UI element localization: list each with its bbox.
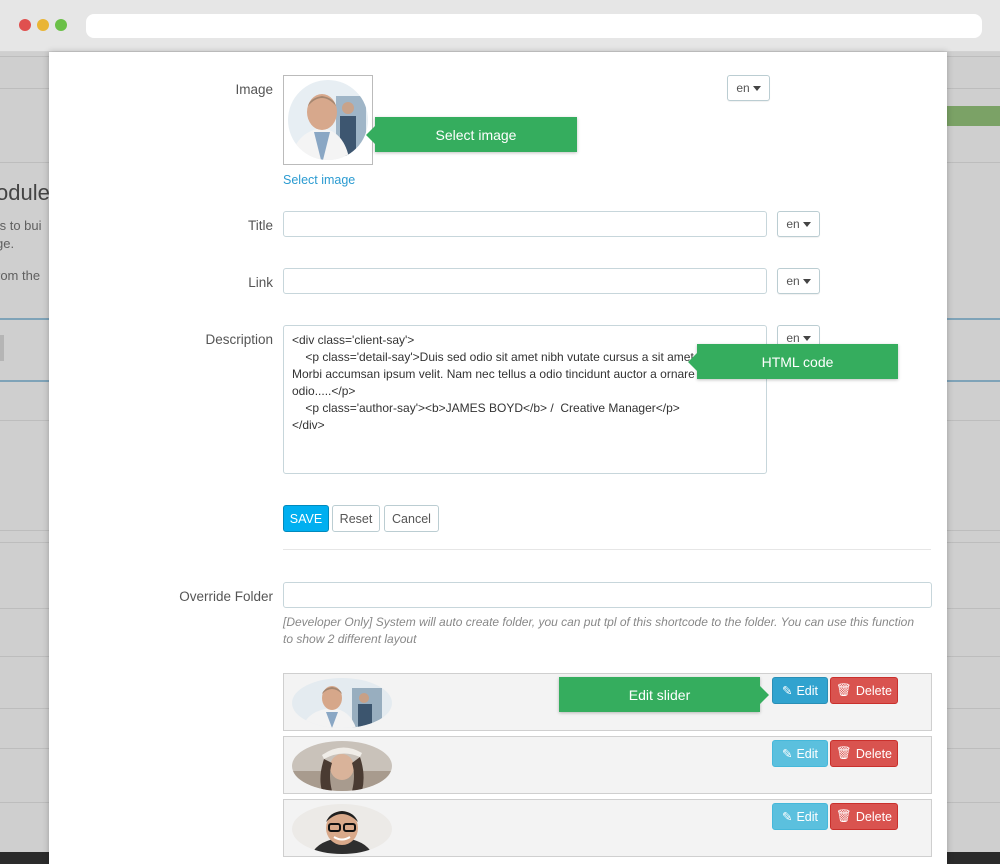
pencil-icon: ✎ [781, 810, 793, 824]
edit-slide-button[interactable]: ✎ Edit [772, 677, 828, 704]
caret-down-icon [802, 278, 811, 284]
trash-icon: 🗑 [835, 809, 852, 823]
edit-slider-callout: Edit slider [559, 677, 769, 712]
code-line: odio.....</p> [292, 384, 356, 398]
trash-icon: 🗑 [835, 683, 852, 697]
delete-slide-button[interactable]: 🗑 Delete [830, 803, 898, 830]
trash-icon: 🗑 [835, 746, 852, 760]
edit-label: Edit [796, 746, 819, 761]
select-image-callout: Select image [366, 117, 577, 152]
slide-row: ✎ Edit 🗑 Delete [283, 736, 932, 794]
lang-code: en [786, 331, 800, 345]
link-lang-dropdown[interactable]: en [777, 268, 820, 294]
caret-down-icon [752, 85, 761, 91]
edit-slide-button[interactable]: ✎ Edit [772, 740, 828, 767]
arrow-left-icon [366, 125, 375, 144]
edit-label: Edit [796, 683, 819, 698]
delete-slide-button[interactable]: 🗑 Delete [830, 740, 898, 767]
override-folder-input[interactable] [283, 582, 932, 608]
callout-text: Edit slider [628, 686, 691, 703]
arrow-left-icon [688, 352, 697, 371]
delete-slide-button[interactable]: 🗑 Delete [830, 677, 898, 704]
html-code-callout: HTML code [688, 344, 898, 379]
lang-code: en [786, 274, 800, 288]
bg-green-bar [946, 106, 1000, 126]
slide-thumbnail [292, 741, 392, 791]
image-lang-dropdown[interactable]: en [727, 75, 770, 101]
cancel-button[interactable]: Cancel [384, 505, 439, 532]
address-bar[interactable] [86, 14, 982, 38]
image-label: Image [235, 82, 273, 97]
delete-label: Delete [855, 683, 892, 698]
link-label: Link [248, 275, 273, 290]
title-input[interactable] [283, 211, 767, 237]
select-image-link[interactable]: Select image [283, 173, 355, 187]
minimize-window-dot[interactable] [37, 19, 49, 31]
person-portrait-image [288, 80, 368, 160]
slide-thumbnail [292, 804, 392, 854]
callout-text: HTML code [761, 353, 834, 370]
lang-code: en [736, 81, 750, 95]
caret-down-icon [802, 335, 811, 341]
reset-button[interactable]: Reset [332, 505, 380, 532]
caret-down-icon [802, 221, 811, 227]
delete-label: Delete [855, 746, 892, 761]
edit-label: Edit [796, 809, 819, 824]
close-window-dot[interactable] [19, 19, 31, 31]
man-glasses-portrait-image [292, 804, 392, 854]
code-line: <p class='author-say'><b>JAMES BOYD</b> … [292, 401, 680, 415]
description-textarea[interactable]: <div class='client-say'> <p class='detai… [283, 325, 767, 474]
override-folder-label: Override Folder [179, 589, 273, 604]
bg-text: ts to bui [0, 218, 42, 233]
save-button[interactable]: SAVE [283, 505, 329, 532]
code-line: </div> [292, 418, 325, 432]
bg-box [0, 335, 4, 361]
description-label: Description [205, 332, 273, 347]
pencil-icon: ✎ [781, 684, 793, 698]
bg-text: rom the [0, 268, 41, 283]
lang-code: en [786, 217, 800, 231]
delete-label: Delete [855, 809, 892, 824]
slide-edit-modal: Image Select image en Title en Link en D… [49, 52, 947, 864]
man-portrait-image [292, 678, 392, 728]
title-label: Title [247, 218, 273, 233]
bg-text: ge. [0, 236, 15, 251]
browser-chrome [0, 0, 1000, 52]
code-line: <div class='client-say'> [292, 333, 415, 347]
pencil-icon: ✎ [781, 747, 793, 761]
slide-thumbnail [292, 678, 392, 728]
maximize-window-dot[interactable] [55, 19, 67, 31]
edit-slide-button[interactable]: ✎ Edit [772, 803, 828, 830]
callout-text: Select image [435, 126, 517, 143]
override-folder-help: [Developer Only] System will auto create… [283, 615, 915, 646]
woman-portrait-image [292, 741, 392, 791]
link-input[interactable] [283, 268, 767, 294]
title-lang-dropdown[interactable]: en [777, 211, 820, 237]
form-divider [283, 549, 931, 550]
arrow-right-icon [760, 685, 769, 704]
image-preview[interactable] [283, 75, 373, 165]
slide-row: ✎ Edit 🗑 Delete [283, 799, 932, 857]
